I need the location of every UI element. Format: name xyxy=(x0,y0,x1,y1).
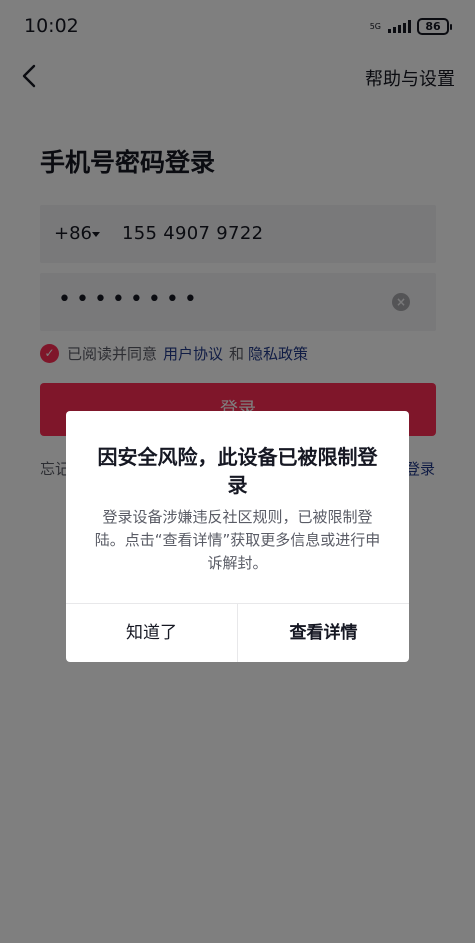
dismiss-button[interactable]: 知道了 xyxy=(66,604,237,662)
view-details-button[interactable]: 查看详情 xyxy=(238,604,409,662)
dialog-message: 登录设备涉嫌违反社区规则，已被限制登陆。点击“查看详情”获取更多信息或进行申诉解… xyxy=(94,508,381,572)
dialog-title: 因安全风险，此设备已被限制登录 xyxy=(97,445,378,497)
restriction-dialog: 因安全风险，此设备已被限制登录 登录设备涉嫌违反社区规则，已被限制登陆。点击“查… xyxy=(66,411,409,662)
